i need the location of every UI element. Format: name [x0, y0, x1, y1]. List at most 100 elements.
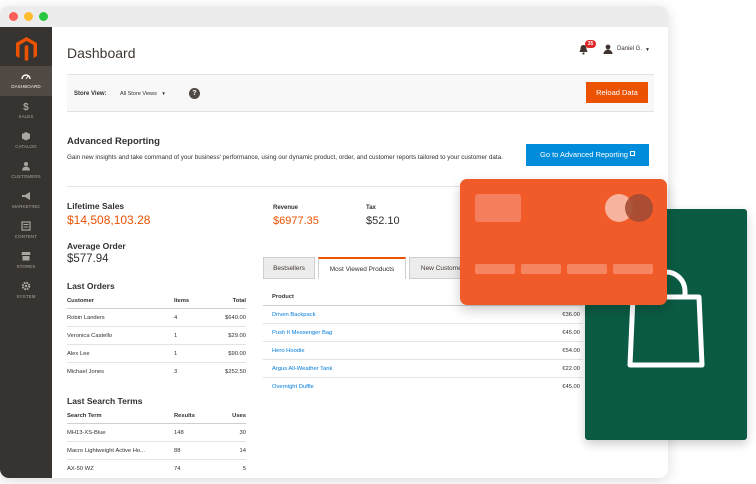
- sidebar-item-label: SALES: [18, 114, 34, 119]
- sidebar-item-customers[interactable]: CUSTOMERS: [0, 156, 52, 186]
- last-orders-title: Last Orders: [67, 281, 115, 291]
- row-divider: [67, 326, 246, 327]
- row-divider: [263, 323, 583, 324]
- chevron-down-icon: ▼: [161, 91, 166, 96]
- sidebar-item-marketing[interactable]: MARKETING: [0, 186, 52, 216]
- order-total: $90.00: [228, 351, 246, 357]
- sidebar: DASHBOARD $ SALES CATALOG CUSTOMERS MARK…: [0, 27, 52, 478]
- card-chip-icon: [475, 194, 521, 222]
- magento-logo-icon[interactable]: [13, 36, 40, 63]
- go-to-advanced-reporting-label: Go to Advanced Reporting: [540, 150, 628, 159]
- product-price: €45.00: [562, 330, 580, 336]
- product-name[interactable]: Driven Backpack: [272, 312, 316, 318]
- window-titlebar: [0, 6, 668, 27]
- sidebar-item-label: DASHBOARD: [11, 84, 41, 89]
- store-view-bar: Store View: All Store Views ▼ ? Reload D…: [67, 74, 654, 112]
- search-results: 148: [174, 430, 184, 436]
- revenue-label: Revenue: [273, 205, 299, 211]
- search-results: 88: [174, 448, 181, 454]
- column-header-total: Total: [232, 298, 246, 304]
- sidebar-item-dashboard[interactable]: DASHBOARD: [0, 66, 52, 96]
- search-term: AX-50 WZ: [67, 466, 94, 472]
- lifetime-sales-value: $14,508,103.28: [67, 213, 151, 227]
- page-title: Dashboard: [67, 45, 136, 61]
- column-header-items: Items: [174, 298, 190, 304]
- external-link-icon: [629, 151, 635, 156]
- go-to-advanced-reporting-button[interactable]: Go to Advanced Reporting: [526, 144, 649, 166]
- average-order-value: $577.94: [67, 253, 109, 265]
- megaphone-icon: [22, 192, 30, 200]
- row-divider: [67, 362, 246, 363]
- sidebar-item-catalog[interactable]: CATALOG: [0, 126, 52, 156]
- order-customer: Michael Jones: [67, 369, 105, 375]
- product-price: €45.00: [562, 384, 580, 390]
- box-icon: [22, 132, 30, 141]
- notification-count-badge: 35: [585, 40, 596, 48]
- sidebar-item-content[interactable]: CONTENT: [0, 216, 52, 246]
- order-customer: Veronica Castello: [67, 333, 113, 339]
- stage: DASHBOARD $ SALES CATALOG CUSTOMERS MARK…: [0, 0, 756, 484]
- order-total: $252.50: [225, 369, 246, 375]
- card-number-block: [521, 264, 561, 274]
- dollar-icon: $: [23, 102, 29, 111]
- product-name[interactable]: Hero Hoodie: [272, 348, 305, 354]
- revenue-value: $6977.35: [273, 215, 319, 227]
- sidebar-item-label: STORES: [16, 264, 36, 269]
- sidebar-item-label: CUSTOMERS: [11, 174, 41, 179]
- order-items: 3: [174, 369, 178, 375]
- product-name[interactable]: Overnight Duffle: [272, 384, 314, 390]
- sidebar-item-stores[interactable]: STORES: [0, 246, 52, 276]
- help-icon[interactable]: ?: [189, 88, 200, 99]
- svg-text:$: $: [23, 102, 29, 111]
- reload-data-button[interactable]: Reload Data: [586, 82, 648, 103]
- product-price: €36.00: [562, 312, 580, 318]
- content-icon: [21, 221, 31, 231]
- column-header-product: Product: [272, 294, 294, 300]
- table-header-rule: [67, 308, 246, 309]
- row-divider: [67, 441, 246, 442]
- chevron-down-icon[interactable]: ▼: [645, 47, 650, 53]
- card-number-block: [613, 264, 653, 274]
- card-number-block: [567, 264, 607, 274]
- product-name[interactable]: Argus All-Weather Tank: [272, 366, 332, 372]
- table-header-rule: [67, 423, 246, 424]
- tax-value: $52.10: [366, 215, 400, 227]
- sidebar-item-label: CATALOG: [15, 144, 37, 149]
- order-customer: Alex Lee: [67, 351, 90, 357]
- store-icon: [21, 252, 31, 261]
- card-number-block: [475, 264, 515, 274]
- order-total: $640.00: [225, 315, 246, 321]
- user-icon[interactable]: [603, 44, 613, 54]
- row-divider: [263, 341, 583, 342]
- credit-card-graphic: [460, 179, 667, 305]
- lifetime-sales-label: Lifetime Sales: [67, 201, 125, 211]
- minimize-window-icon[interactable]: [24, 12, 33, 21]
- column-header-customer: Customer: [67, 298, 95, 304]
- average-order-label: Average Order: [67, 241, 126, 251]
- search-results: 74: [174, 466, 181, 472]
- search-uses: 14: [239, 448, 246, 454]
- last-search-terms-title: Last Search Terms: [67, 396, 143, 406]
- sidebar-item-system[interactable]: SYSTEM: [0, 276, 52, 306]
- product-price: €54.00: [562, 348, 580, 354]
- order-items: 4: [174, 315, 178, 321]
- row-divider: [67, 459, 246, 460]
- tab-bestsellers[interactable]: Bestsellers: [263, 257, 315, 279]
- users-icon: [22, 162, 30, 171]
- sidebar-item-label: SYSTEM: [16, 294, 36, 299]
- advanced-reporting-text: Gain new insights and take command of yo…: [67, 154, 503, 161]
- tab-most-viewed-products[interactable]: Most Viewed Products: [318, 257, 406, 279]
- sidebar-item-sales[interactable]: $ SALES: [0, 96, 52, 126]
- tax-label: Tax: [366, 205, 376, 211]
- column-header-search-term: Search Term: [67, 413, 102, 419]
- user-name[interactable]: Daniel G.: [617, 46, 642, 52]
- product-price: €22.00: [562, 366, 580, 372]
- column-header-results: Results: [174, 413, 195, 419]
- store-view-select[interactable]: All Store Views ▼: [120, 91, 166, 97]
- table-header-rule: [263, 305, 583, 306]
- close-window-icon[interactable]: [9, 12, 18, 21]
- maximize-window-icon[interactable]: [39, 12, 48, 21]
- store-view-value: All Store Views: [120, 91, 157, 97]
- row-divider: [67, 344, 246, 345]
- product-name[interactable]: Push It Messenger Bag: [272, 330, 332, 336]
